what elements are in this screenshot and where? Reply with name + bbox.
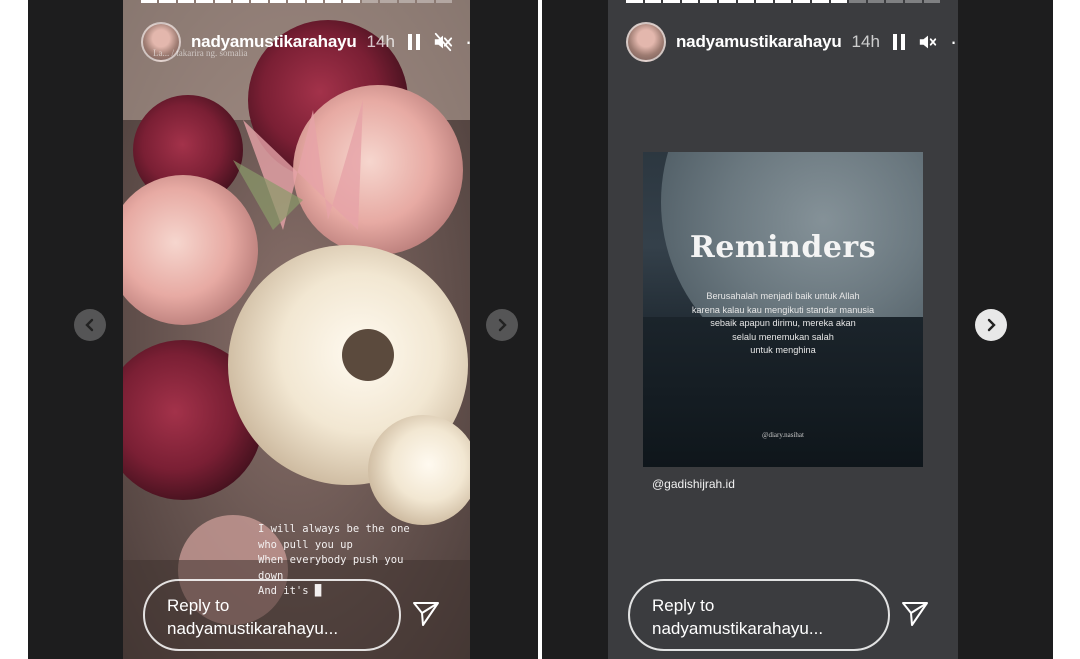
story-card[interactable]: nadyamustikarahayu 14h ··· La... / takar…: [123, 0, 470, 659]
reply-placeholder-line2: nadyamustikarahayu...: [652, 619, 824, 638]
story-progress-bar: [626, 0, 941, 3]
reply-input[interactable]: Reply to nadyamustikarahayu...: [143, 579, 401, 651]
right-story-viewer: nadyamustikarahayu 14h ··· Reminders Ber…: [542, 0, 1053, 659]
left-story-viewer: nadyamustikarahayu 14h ··· La... / takar…: [28, 0, 538, 659]
pause-icon[interactable]: [407, 32, 421, 52]
story-progress-bar: [141, 0, 452, 3]
more-options-icon[interactable]: ···: [950, 31, 958, 53]
reply-placeholder-line1: Reply to: [652, 596, 715, 615]
story-subline: La... / takarira ng. somalia: [153, 48, 248, 58]
chevron-left-icon: [85, 318, 94, 332]
chevron-right-icon: [498, 318, 507, 332]
poster-title: Reminders: [689, 230, 877, 265]
username[interactable]: nadyamustikarahayu: [676, 32, 842, 52]
send-icon[interactable]: [411, 599, 441, 629]
reply-input[interactable]: Reply to nadyamustikarahayu...: [628, 579, 890, 651]
more-options-icon[interactable]: ···: [465, 31, 470, 53]
story-card[interactable]: nadyamustikarahayu 14h ··· Reminders Ber…: [608, 0, 958, 659]
poster-credit: @diary.nasihat: [762, 431, 804, 439]
timestamp: 14h: [851, 32, 880, 51]
poster-body: Berusahalah menjadi baik untuk Allah kar…: [691, 291, 875, 355]
avatar[interactable]: [626, 22, 666, 62]
previous-story-button[interactable]: [74, 309, 106, 341]
story-header: nadyamustikarahayu 14h ···: [626, 18, 958, 66]
send-icon[interactable]: [900, 599, 930, 629]
reply-placeholder-line2: nadyamustikarahayu...: [167, 619, 339, 638]
reply-placeholder-line1: Reply to: [167, 596, 230, 615]
chevron-right-icon: [987, 318, 996, 332]
next-story-button[interactable]: [486, 309, 518, 341]
sound-muted-icon[interactable]: [433, 32, 453, 52]
story-header: nadyamustikarahayu 14h ···: [141, 18, 470, 66]
timestamp: 14h: [366, 32, 395, 51]
reminders-poster: Reminders Berusahalah menjadi baik untuk…: [643, 152, 923, 467]
pause-icon[interactable]: [892, 32, 906, 52]
mention-tag[interactable]: @gadishijrah.id: [652, 477, 735, 491]
sound-muted-icon[interactable]: [918, 32, 938, 52]
next-story-button[interactable]: [975, 309, 1007, 341]
